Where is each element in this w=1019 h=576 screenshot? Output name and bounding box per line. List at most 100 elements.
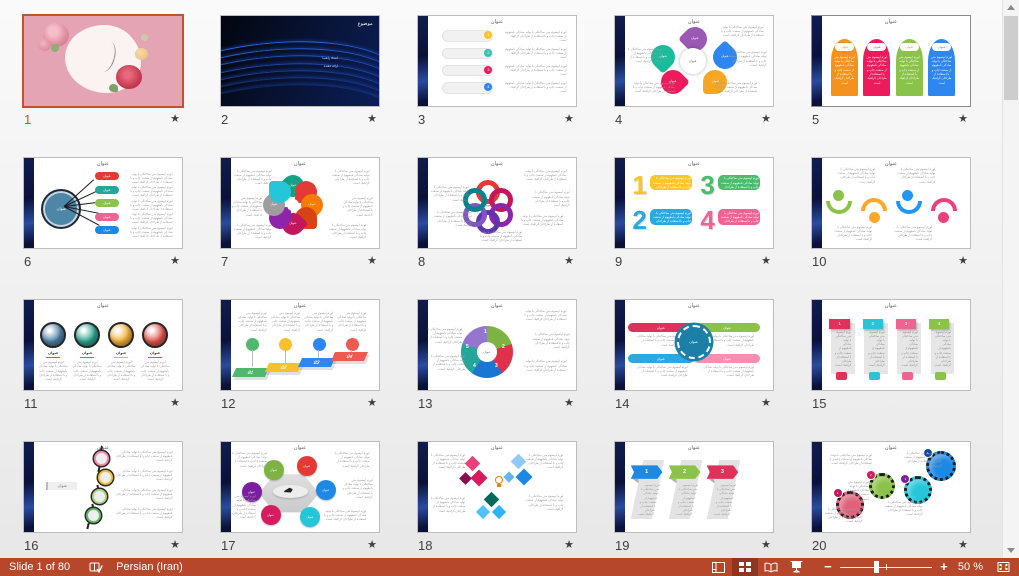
slide-thumbnail-11[interactable]: عنوانعنوانلورم ایپسوم متن ساختگی با تولی…	[23, 299, 183, 419]
slide-thumbnail-1[interactable]: 1★	[23, 15, 183, 135]
transition-star-icon: ★	[367, 540, 377, 551]
slide-canvas-10[interactable]: عنوانلورم ایپسوم متن ساختگی با تولید ساد…	[811, 157, 971, 249]
zoom-out-button[interactable]: −	[820, 558, 836, 576]
slide-canvas-9[interactable]: عنوان1لورم ایپسوم متن ساختگی با تولید سا…	[614, 157, 774, 249]
shape: لورم ایپسوم متن ساختگی با تولید سادگی نا…	[522, 309, 566, 327]
slide-thumbnail-18[interactable]: عنوانلورم ایپسوم متن ساختگی با تولید ساد…	[417, 441, 577, 558]
shape	[931, 198, 957, 211]
slide-thumbnail-6[interactable]: عنوانعنوانعنوانلورم ایپسوم متن ساختگی با…	[23, 157, 183, 277]
scrollbar-thumb[interactable]	[1004, 16, 1018, 100]
shape	[148, 357, 162, 359]
shape: لورم ایپسوم متن ساختگی با تولید سادگی نا…	[519, 214, 563, 230]
shape	[902, 372, 913, 380]
zoom-in-button[interactable]: +	[936, 558, 952, 576]
slide-thumbnail-17[interactable]: عنوانعنوانعنوانعنوانعنوانعنوانعنوانلورم …	[220, 441, 380, 558]
slide-canvas-8[interactable]: عنوانعنوانلورم ایپسوم متن ساختگی با تولی…	[417, 157, 577, 249]
shape: استاد راهنما	[322, 56, 338, 60]
slide-canvas-1[interactable]	[23, 15, 183, 107]
slide-canvas-16[interactable]: عنوان لورم ایپسوم متن ساختگی با تولید ساد…	[23, 441, 183, 533]
slide-canvas-3[interactable]: عنوان1لورم ایپسوم متن ساختگی با تولید سا…	[417, 15, 577, 107]
shape: لورم ایپسوم متن ساختگی با تولید سادگی نا…	[651, 176, 691, 189]
slide-canvas-17[interactable]: عنوانعنوانعنوانعنوانعنوانعنوانعنوانلورم …	[220, 441, 380, 533]
slide-canvas-5[interactable]: عنوانعنوانلورم ایپسوم متن ساختگی با تولی…	[811, 15, 971, 107]
slide-canvas-20[interactable]: عنوان1234لورم ایپسوم متن ساختگی با تولید…	[811, 441, 971, 533]
shape: لورم ایپسوم متن ساختگی با تولید سادگی نا…	[522, 169, 566, 185]
slide-thumbnail-13[interactable]: عنوانعنوان12345لورم ایپسوم متن ساختگی با…	[417, 299, 577, 419]
shape: 1	[632, 172, 646, 198]
zoom-slider[interactable]	[840, 558, 932, 576]
shape: لورم ایپسوم متن ساختگی با تولید سادگی نا…	[270, 311, 300, 334]
shape: عنوان	[46, 482, 76, 490]
slide-thumbnail-5[interactable]: عنوانعنوانلورم ایپسوم متن ساختگی با تولی…	[811, 15, 971, 135]
slide-thumbnail-20[interactable]: عنوان1234لورم ایپسوم متن ساختگی با تولید…	[811, 441, 971, 558]
status-language[interactable]: Persian (Iran)	[116, 561, 183, 573]
slide-thumbnail-15[interactable]: عنوانلورم ایپسوم متن ساختگی با تولید ساد…	[811, 299, 971, 419]
slideshow-button[interactable]	[784, 558, 810, 576]
shape: عنوان	[476, 203, 500, 207]
shape	[221, 442, 231, 532]
spellcheck-icon[interactable]	[86, 558, 106, 576]
slide-canvas-2[interactable]: موضوعاستاد راهنماارائه دهنده	[220, 15, 380, 107]
shape: موضوع	[358, 21, 373, 27]
slide-canvas-19[interactable]: عنوان1لورم ایپسوم متن ساختگی با تولید سا…	[614, 441, 774, 533]
shape	[615, 300, 625, 390]
shape: 2	[632, 207, 646, 233]
slide-thumbnail-3[interactable]: عنوان1لورم ایپسوم متن ساختگی با تولید سا…	[417, 15, 577, 135]
shape	[86, 523, 89, 529]
shape: لورم ایپسوم متن ساختگی با تولید سادگی نا…	[867, 330, 884, 370]
shape: 2	[669, 465, 701, 479]
shape: لورم ایپسوم متن ساختگی با تولید سادگی نا…	[112, 488, 172, 504]
slide-thumbnail-8[interactable]: عنوانعنوانلورم ایپسوم متن ساختگی با تولی…	[417, 157, 577, 277]
shape: لورم ایپسوم متن ساختگی با تولید سادگی نا…	[237, 311, 267, 334]
slide-thumbnail-19[interactable]: عنوان1لورم ایپسوم متن ساختگی با تولید سا…	[614, 441, 774, 558]
transition-star-icon: ★	[761, 256, 771, 267]
slide-canvas-6[interactable]: عنوانعنوانعنوانلورم ایپسوم متن ساختگی با…	[23, 157, 183, 249]
transition-star-icon: ★	[367, 256, 377, 267]
transition-star-icon: ★	[958, 114, 968, 125]
slide-thumbnail-10[interactable]: عنوانلورم ایپسوم متن ساختگی با تولید ساد…	[811, 157, 971, 277]
shape	[418, 16, 428, 106]
slide-thumbnail-12[interactable]: عنوانلورم ایپسوم متن ساختگی با تولید ساد…	[220, 299, 380, 419]
zoom-slider-notch	[886, 564, 888, 570]
slide-thumbnail-9[interactable]: عنوان1لورم ایپسوم متن ساختگی با تولید سا…	[614, 157, 774, 277]
fit-to-window-button[interactable]	[993, 558, 1013, 576]
slide-canvas-14[interactable]: عنوانعنوانلورم ایپسوم متن ساختگی با تولی…	[614, 299, 774, 391]
slide-canvas-13[interactable]: عنوانعنوان12345لورم ایپسوم متن ساختگی با…	[417, 299, 577, 391]
slide-canvas-7[interactable]: عنوانعنوانعنوانعنوانعنوانلورم ایپسوم متن…	[220, 157, 380, 249]
scroll-down-button[interactable]	[1003, 543, 1019, 558]
shape	[492, 505, 506, 519]
shape: لورم ایپسوم متن ساختگی با تولید سادگی نا…	[335, 451, 370, 473]
slide-meta: 5★	[811, 107, 971, 127]
zoom-percentage[interactable]: 50 %	[958, 561, 983, 573]
shape	[269, 181, 291, 203]
shape: عنوان	[932, 43, 951, 51]
slide-thumbnail-14[interactable]: عنوانعنوانلورم ایپسوم متن ساختگی با تولی…	[614, 299, 774, 419]
slide-number: 5	[812, 112, 819, 127]
slide-canvas-15[interactable]: عنوانلورم ایپسوم متن ساختگی با تولید ساد…	[811, 299, 971, 391]
zoom-slider-thumb[interactable]	[874, 561, 879, 573]
slide-meta: 13★	[417, 391, 577, 411]
shape: لورم ایپسوم متن ساختگی با تولید سادگی نا…	[934, 330, 951, 370]
shape: عنوان	[900, 43, 919, 51]
transition-star-icon: ★	[958, 256, 968, 267]
slide-canvas-18[interactable]: عنوانلورم ایپسوم متن ساختگی با تولید ساد…	[417, 441, 577, 533]
reading-view-button[interactable]	[758, 558, 784, 576]
normal-view-button[interactable]	[706, 558, 732, 576]
slide-sorter-view-button[interactable]	[732, 558, 758, 576]
vertical-scrollbar[interactable]	[1002, 0, 1019, 558]
slide-thumbnail-16[interactable]: عنوان لورم ایپسوم متن ساختگی با تولید ساد…	[23, 441, 183, 558]
slide-thumbnail-2[interactable]: موضوعاستاد راهنماارائه دهنده2★	[220, 15, 380, 135]
slide-canvas-12[interactable]: عنوانلورم ایپسوم متن ساختگی با تولید ساد…	[220, 299, 380, 391]
slide-thumbnail-4[interactable]: عنوانعنوانعنوانعنوانعنوانعنوانعنوانلورم …	[614, 15, 774, 135]
shape: عنوان	[647, 303, 742, 309]
shape	[615, 158, 625, 248]
slide-canvas-11[interactable]: عنوانعنوانلورم ایپسوم متن ساختگی با تولی…	[23, 299, 183, 391]
shape: 1	[829, 319, 850, 329]
status-bar: Slide 1 of 80 Persian (Iran) − + 50 %	[0, 558, 1019, 576]
slide-canvas-4[interactable]: عنوانعنوانعنوانعنوانعنوانعنوانعنوانلورم …	[614, 15, 774, 107]
shape: لورم ایپسوم متن ساختگی با تولید سادگی نا…	[332, 169, 370, 189]
slide-thumbnail-7[interactable]: عنوانعنوانعنوانعنوانعنوانلورم ایپسوم متن…	[220, 157, 380, 277]
scroll-up-button[interactable]	[1003, 0, 1019, 15]
shape	[418, 158, 428, 248]
slide-number: 16	[24, 538, 38, 553]
